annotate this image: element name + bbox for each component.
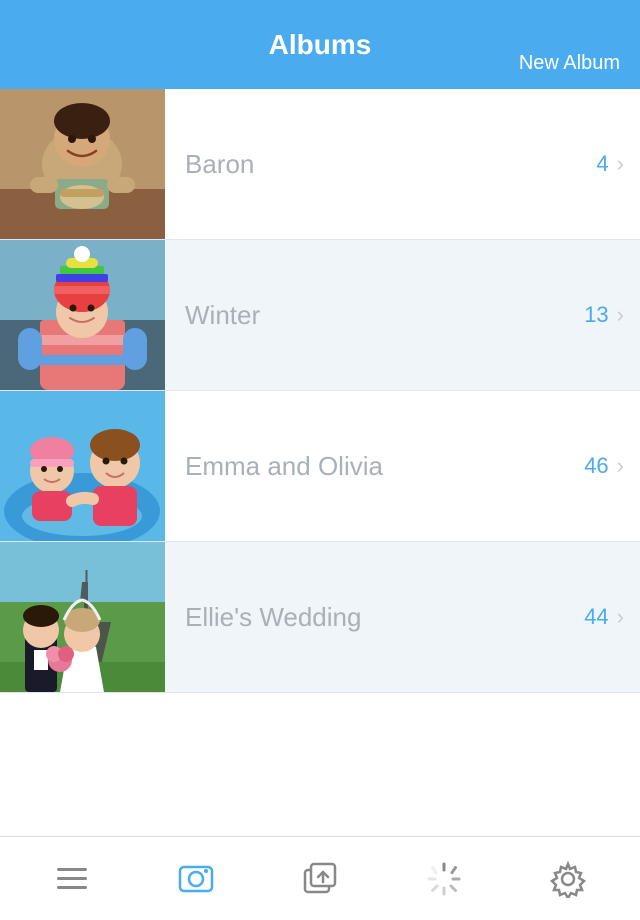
album-item-baron[interactable]: Baron 4 › [0,89,640,240]
tab-settings[interactable] [538,849,598,909]
album-list: Baron 4 › [0,89,640,836]
album-thumb-emma-olivia [0,391,165,541]
tab-photos[interactable] [166,849,226,909]
spinner-icon [425,860,463,898]
album-info-emma-olivia: Emma and Olivia 46 › [165,451,640,482]
upload-icon [301,860,339,898]
album-info-ellie-wedding: Ellie's Wedding 44 › [165,602,640,633]
album-item-ellie-wedding[interactable]: Ellie's Wedding 44 › [0,542,640,693]
header: Albums New Album [0,0,640,89]
album-info-baron: Baron 4 › [165,149,640,180]
chevron-icon-baron: › [617,151,624,177]
album-name-ellie-wedding: Ellie's Wedding [185,602,361,633]
album-name-emma-olivia: Emma and Olivia [185,451,383,482]
album-thumb-baron [0,89,165,239]
album-info-winter: Winter 13 › [165,300,640,331]
album-count-baron: 4 [596,151,608,177]
new-album-button[interactable]: New Album [519,52,620,75]
chevron-icon-ellie-wedding: › [617,604,624,630]
album-name-baron: Baron [185,149,254,180]
album-name-winter: Winter [185,300,260,331]
tab-loading[interactable] [414,849,474,909]
tab-upload[interactable] [290,849,350,909]
album-item-winter[interactable]: Winter 13 › [0,240,640,391]
album-count-ellie-wedding: 44 [584,604,608,630]
hamburger-icon [53,860,91,898]
chevron-icon-winter: › [617,302,624,328]
album-thumb-ellie-wedding [0,542,165,692]
album-count-emma-olivia: 46 [584,453,608,479]
tab-menu[interactable] [42,849,102,909]
album-count-winter: 13 [584,302,608,328]
photo-icon [177,860,215,898]
album-item-emma-olivia[interactable]: Emma and Olivia 46 › [0,391,640,542]
page-title: Albums [269,29,372,61]
chevron-icon-emma-olivia: › [617,453,624,479]
tab-bar [0,836,640,920]
gear-icon [549,860,587,898]
album-thumb-winter [0,240,165,390]
